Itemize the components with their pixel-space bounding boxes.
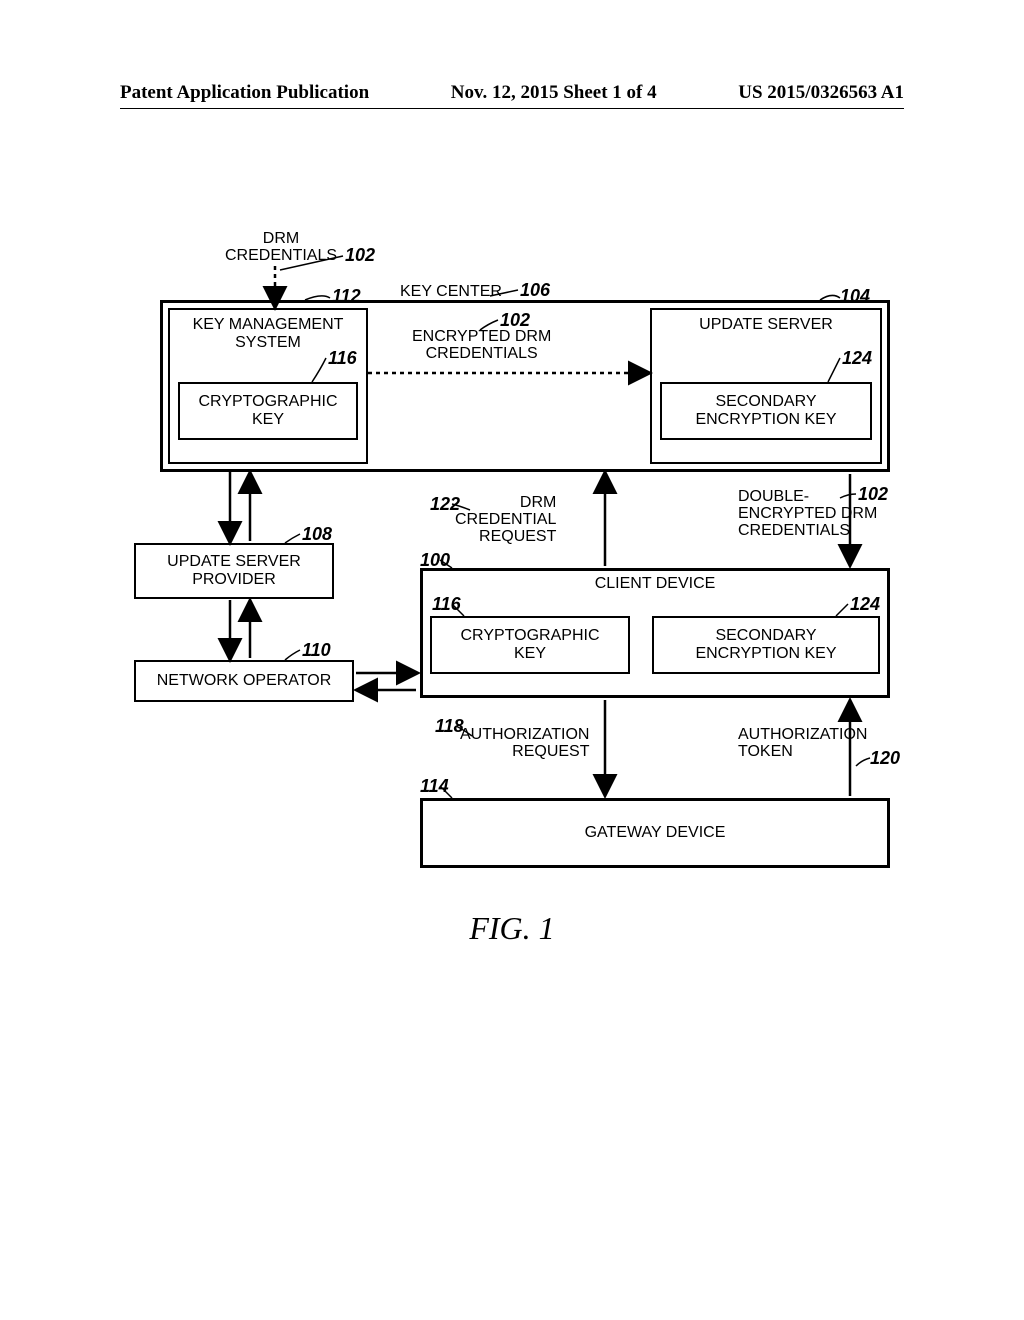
figure-caption: FIG. 1 [0, 910, 1024, 947]
box-cryptographic-key-kms: CRYPTOGRAPHIC KEY [178, 382, 358, 440]
label-key-center: KEY CENTER [400, 283, 502, 301]
box-network-operator: NETWORK OPERATOR [134, 660, 354, 702]
ref-110: 110 [302, 640, 331, 661]
ref-112: 112 [332, 286, 361, 307]
box-secondary-key-server: SECONDARY ENCRYPTION KEY [660, 382, 872, 440]
ref-108: 108 [302, 524, 332, 545]
ref-116a: 116 [328, 348, 357, 369]
ref-102c: 102 [858, 484, 888, 505]
ref-106: 106 [520, 280, 550, 301]
ref-104: 104 [840, 286, 870, 307]
label-drm-credential-request: DRM CREDENTIAL REQUEST [455, 494, 556, 545]
ref-118: 118 [435, 716, 464, 737]
ref-102a: 102 [345, 245, 375, 266]
ref-124a: 124 [842, 348, 872, 369]
block-diagram: DRM CREDENTIALS 102 KEY CENTER 106 112 1… [130, 248, 900, 888]
header-right: US 2015/0326563 A1 [738, 82, 904, 104]
label-double-encrypted: DOUBLE- ENCRYPTED DRM CREDENTIALS [738, 488, 877, 539]
ref-116b: 116 [432, 594, 461, 615]
box-update-server-provider: UPDATE SERVER PROVIDER [134, 543, 334, 599]
label-authorization-token: AUTHORIZATION TOKEN [738, 726, 867, 760]
ref-124b: 124 [850, 594, 880, 615]
label-drm-credentials: DRM CREDENTIALS [225, 230, 337, 264]
header-left: Patent Application Publication [120, 82, 369, 104]
header-center: Nov. 12, 2015 Sheet 1 of 4 [451, 82, 657, 104]
ref-100: 100 [420, 550, 450, 571]
header-rule [120, 108, 904, 109]
ref-120: 120 [870, 748, 900, 769]
label-encrypted-drm: ENCRYPTED DRM CREDENTIALS [412, 328, 551, 362]
box-gateway-device: GATEWAY DEVICE [420, 798, 890, 868]
box-cryptographic-key-client: CRYPTOGRAPHIC KEY [430, 616, 630, 674]
ref-102b: 102 [500, 310, 530, 331]
ref-122: 122 [430, 494, 460, 515]
box-secondary-key-client: SECONDARY ENCRYPTION KEY [652, 616, 880, 674]
label-authorization-request: AUTHORIZATION REQUEST [460, 726, 589, 760]
ref-114: 114 [420, 776, 449, 797]
